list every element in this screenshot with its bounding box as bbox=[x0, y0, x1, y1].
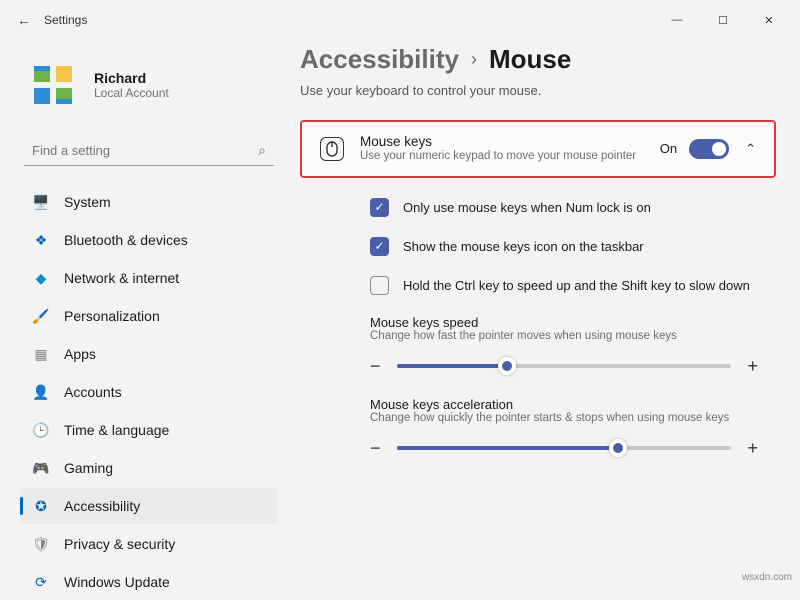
sidebar-item-label: Personalization bbox=[64, 308, 160, 324]
sidebar-item-label: Privacy & security bbox=[64, 536, 175, 552]
mouse-icon bbox=[320, 137, 344, 161]
slider-track[interactable] bbox=[397, 364, 732, 368]
option-label: Show the mouse keys icon on the taskbar bbox=[403, 239, 644, 254]
sidebar-item-apps[interactable]: ▦ Apps bbox=[20, 336, 278, 372]
sidebar-item-system[interactable]: 🖥️ System bbox=[20, 184, 278, 220]
mouse-keys-toggle[interactable] bbox=[689, 139, 729, 159]
avatar bbox=[26, 58, 80, 112]
sidebar-item-bluetooth-devices[interactable]: ❖ Bluetooth & devices bbox=[20, 222, 278, 258]
option-row[interactable]: ✓ Only use mouse keys when Num lock is on bbox=[300, 188, 776, 227]
sidebar-item-label: Bluetooth & devices bbox=[64, 232, 188, 248]
sidebar-item-personalization[interactable]: 🖌️ Personalization bbox=[20, 298, 278, 334]
slider-title: Mouse keys acceleration bbox=[370, 397, 758, 412]
sidebar-nav: 🖥️ System ❖ Bluetooth & devices ◆ Network & i… bbox=[20, 184, 278, 600]
system-icon: 🖥️ bbox=[32, 193, 50, 211]
close-button[interactable]: ✕ bbox=[746, 4, 792, 36]
mouse-keys-panel[interactable]: Mouse keys Use your numeric keypad to mo… bbox=[300, 120, 776, 178]
option-row[interactable]: Hold the Ctrl key to speed up and the Sh… bbox=[300, 266, 776, 305]
search-box[interactable]: ⌕ bbox=[24, 136, 274, 166]
checkbox[interactable] bbox=[370, 276, 389, 295]
slider-desc: Change how fast the pointer moves when u… bbox=[370, 330, 758, 342]
back-button[interactable]: ← bbox=[8, 12, 40, 28]
sidebar-item-label: Apps bbox=[64, 346, 96, 362]
sidebar-item-label: Accessibility bbox=[64, 498, 140, 514]
profile-sub: Local Account bbox=[94, 86, 169, 100]
sidebar-item-label: Gaming bbox=[64, 460, 113, 476]
sidebar-item-label: Windows Update bbox=[64, 574, 170, 590]
profile-block[interactable]: Richard Local Account bbox=[20, 40, 278, 136]
checkbox[interactable]: ✓ bbox=[370, 237, 389, 256]
sidebar-item-gaming[interactable]: 🎮 Gaming bbox=[20, 450, 278, 486]
slider-thumb[interactable] bbox=[498, 357, 516, 375]
time-language-icon: 🕒 bbox=[32, 421, 50, 439]
sidebar-item-label: Time & language bbox=[64, 422, 169, 438]
sidebar-item-network-internet[interactable]: ◆ Network & internet bbox=[20, 260, 278, 296]
panel-desc: Use your numeric keypad to move your mou… bbox=[360, 149, 644, 164]
sidebar-item-label: System bbox=[64, 194, 111, 210]
watermark: wsxdn.com bbox=[742, 572, 792, 583]
sidebar-item-accessibility[interactable]: ✪ Accessibility bbox=[20, 488, 278, 524]
breadcrumb-current: Mouse bbox=[489, 44, 571, 75]
slider-track[interactable] bbox=[397, 446, 732, 450]
slider-title: Mouse keys speed bbox=[370, 315, 758, 330]
sidebar-item-privacy-security[interactable]: 🛡 Privacy & security bbox=[20, 526, 278, 562]
sidebar-item-label: Network & internet bbox=[64, 270, 179, 286]
titlebar: ← Settings — ☐ ✕ bbox=[0, 0, 800, 40]
minus-button[interactable]: − bbox=[370, 438, 381, 459]
toggle-label: On bbox=[660, 141, 677, 156]
slider-thumb[interactable] bbox=[609, 439, 627, 457]
minus-button[interactable]: − bbox=[370, 356, 381, 377]
privacy-security-icon: 🛡 bbox=[32, 535, 50, 553]
option-label: Hold the Ctrl key to speed up and the Sh… bbox=[403, 278, 750, 293]
slider-block: Mouse keys speed Change how fast the poi… bbox=[300, 305, 776, 387]
plus-button[interactable]: + bbox=[747, 356, 758, 377]
bluetooth-devices-icon: ❖ bbox=[32, 231, 50, 249]
search-icon: ⌕ bbox=[258, 142, 266, 159]
breadcrumb: Accessibility › Mouse bbox=[300, 44, 776, 75]
gaming-icon: 🎮 bbox=[32, 459, 50, 477]
chevron-up-icon[interactable]: ⌃ bbox=[745, 141, 756, 157]
plus-button[interactable]: + bbox=[747, 438, 758, 459]
profile-name: Richard bbox=[94, 70, 169, 86]
option-label: Only use mouse keys when Num lock is on bbox=[403, 200, 651, 215]
maximize-button[interactable]: ☐ bbox=[700, 4, 746, 36]
accessibility-icon: ✪ bbox=[32, 497, 50, 515]
personalization-icon: 🖌️ bbox=[32, 307, 50, 325]
slider-desc: Change how quickly the pointer starts & … bbox=[370, 412, 758, 424]
main-content: Accessibility › Mouse Use your keyboard … bbox=[290, 40, 800, 587]
apps-icon: ▦ bbox=[32, 345, 50, 363]
sidebar-item-time-language[interactable]: 🕒 Time & language bbox=[20, 412, 278, 448]
chevron-right-icon: › bbox=[471, 49, 477, 70]
sidebar-item-windows-update[interactable]: ⟳ Windows Update bbox=[20, 564, 278, 600]
page-subtitle: Use your keyboard to control your mouse. bbox=[300, 83, 776, 98]
windows-update-icon: ⟳ bbox=[32, 573, 50, 591]
sidebar-item-accounts[interactable]: 👤 Accounts bbox=[20, 374, 278, 410]
checkbox[interactable]: ✓ bbox=[370, 198, 389, 217]
accounts-icon: 👤 bbox=[32, 383, 50, 401]
option-row[interactable]: ✓ Show the mouse keys icon on the taskbar bbox=[300, 227, 776, 266]
sidebar-item-label: Accounts bbox=[64, 384, 122, 400]
network-internet-icon: ◆ bbox=[32, 269, 50, 287]
breadcrumb-parent[interactable]: Accessibility bbox=[300, 44, 459, 75]
panel-title: Mouse keys bbox=[360, 134, 644, 149]
search-input[interactable] bbox=[32, 143, 258, 158]
sidebar: Richard Local Account ⌕ 🖥️ System ❖ Bluetoo… bbox=[0, 40, 290, 587]
window-title: Settings bbox=[44, 13, 87, 27]
minimize-button[interactable]: — bbox=[654, 4, 700, 36]
slider-block: Mouse keys acceleration Change how quick… bbox=[300, 387, 776, 469]
